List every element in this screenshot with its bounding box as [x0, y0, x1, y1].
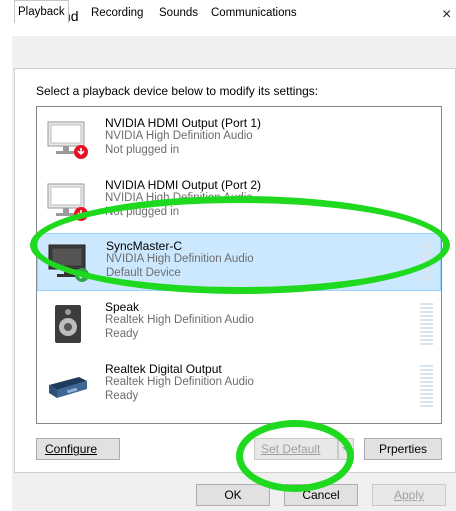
device-name: NVIDIA HDMI Output (Port 1)	[105, 116, 262, 130]
list-item-selected[interactable]: SyncMaster-C NVIDIA High Definition Audi…	[37, 233, 441, 291]
list-item[interactable]: NVIDIA HDMI Output (Port 2) NVIDIA High …	[37, 173, 441, 231]
speaker-icon	[55, 305, 81, 343]
chevron-down-icon	[342, 447, 350, 451]
set-default-label: Set Default	[261, 442, 321, 456]
configure-label: Configure	[45, 442, 98, 456]
level-meter	[420, 303, 433, 347]
monitor-icon	[47, 183, 88, 221]
close-icon[interactable]: ×	[442, 6, 456, 24]
level-meter	[419, 242, 432, 286]
properties-button[interactable]: Prperties	[364, 438, 442, 460]
device-name: NVIDIA HDMI Output (Port 2)	[105, 178, 262, 192]
device-list[interactable]: NVIDIA HDMI Output (Port 1) NVIDIA High …	[36, 106, 442, 424]
tab-communications[interactable]: Communications	[208, 4, 300, 22]
device-name: Realtek Digital Output	[105, 362, 222, 376]
list-item[interactable]: Realtek Digital Output Realtek High Defi…	[37, 357, 441, 415]
properties-label: Prperties	[378, 442, 428, 456]
device-status: Not plugged in	[105, 144, 180, 156]
default-check-badge	[75, 268, 89, 282]
tab-playback[interactable]: Playback	[14, 0, 69, 23]
device-status: Ready	[105, 328, 139, 340]
device-driver: Realtek High Definition Audio	[105, 314, 254, 326]
set-default-button[interactable]: Set Default	[254, 438, 338, 460]
configure-button[interactable]: Configure	[36, 438, 120, 460]
device-status: Default Device	[106, 267, 181, 279]
apply-button[interactable]: Apply	[372, 484, 446, 506]
monitor-icon	[47, 121, 88, 159]
tab-sounds[interactable]: Sounds	[156, 4, 201, 22]
device-driver: NVIDIA High Definition Audio	[106, 253, 254, 265]
device-driver: Realtek High Definition Audio	[105, 376, 254, 388]
apply-label: Apply	[393, 488, 425, 502]
device-name: Speak	[105, 300, 140, 314]
ok-button[interactable]: OK	[196, 484, 270, 506]
digital-output-icon	[49, 377, 87, 398]
instruction-text: Select a playback device below to modify…	[36, 84, 319, 98]
device-driver: NVIDIA High Definition Audio	[105, 192, 253, 204]
set-default-dropdown[interactable]	[338, 438, 354, 460]
tab-recording[interactable]: Recording	[88, 4, 146, 22]
device-name: SyncMaster-C	[106, 239, 183, 253]
level-meter	[420, 365, 433, 409]
device-driver: NVIDIA High Definition Audio	[105, 130, 253, 142]
device-status: Not plugged in	[105, 206, 180, 218]
cancel-button[interactable]: Cancel	[284, 484, 358, 506]
list-item[interactable]: NVIDIA HDMI Output (Port 1) NVIDIA High …	[37, 111, 441, 169]
monitor-icon	[48, 244, 89, 282]
list-item[interactable]: Speak Realtek High Definition Audio Read…	[37, 295, 441, 353]
device-status: Ready	[105, 390, 139, 402]
